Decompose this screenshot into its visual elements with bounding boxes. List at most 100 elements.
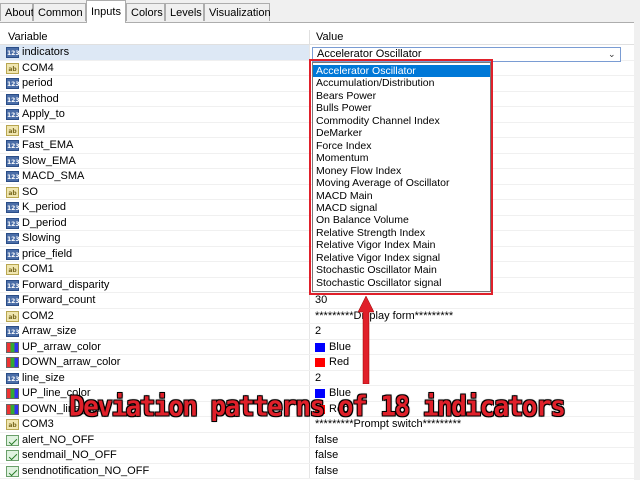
variable-value[interactable]: 30 bbox=[315, 293, 327, 308]
variable-cell: 123 line_size bbox=[0, 370, 310, 385]
string-type-icon: ab bbox=[6, 310, 19, 322]
table-row[interactable]: sendnotification_NO_OFF false bbox=[0, 463, 634, 479]
dropdown-option[interactable]: Relative Vigor Index Main bbox=[313, 239, 490, 251]
table-row[interactable]: 123 Forward_count 30 bbox=[0, 293, 634, 309]
number-type-icon: 123 bbox=[6, 140, 20, 151]
dropdown-option[interactable]: Bulls Power bbox=[313, 102, 490, 114]
variable-name: sendmail_NO_OFF bbox=[22, 449, 117, 461]
variable-name: COM4 bbox=[22, 61, 54, 74]
variable-cell: 123 D_period bbox=[0, 215, 310, 230]
variable-value[interactable]: *********Display form********* bbox=[315, 309, 453, 324]
variable-name: D_period bbox=[22, 216, 67, 229]
number-type-icon: 123 bbox=[6, 171, 20, 182]
variable-cell: 123 Forward_count bbox=[0, 293, 310, 308]
dropdown-option[interactable]: Bears Power bbox=[313, 90, 490, 102]
color-swatch bbox=[315, 342, 325, 352]
variable-name: MACD_SMA bbox=[22, 170, 85, 182]
dropdown-option[interactable]: Money Flow Index bbox=[313, 165, 490, 177]
variable-name: Method bbox=[22, 92, 59, 105]
variable-name: period bbox=[22, 77, 53, 89]
variable-name: SO bbox=[22, 185, 38, 198]
variable-value[interactable]: Red bbox=[329, 355, 349, 370]
dropdown-option[interactable]: Force Index bbox=[313, 140, 490, 152]
variable-cell: sendnotification_NO_OFF bbox=[0, 463, 310, 478]
table-row[interactable]: DOWN_arraw_color Red bbox=[0, 355, 634, 371]
number-type-icon: 123 bbox=[6, 248, 20, 260]
tab-inputs[interactable]: Inputs bbox=[86, 0, 126, 23]
variable-name: Apply_to bbox=[22, 108, 65, 120]
number-type-icon: 123 bbox=[6, 202, 20, 213]
variable-cell: ab SO bbox=[0, 184, 310, 199]
variable-cell: alert_NO_OFF bbox=[0, 432, 310, 447]
variable-value[interactable]: false bbox=[315, 448, 338, 463]
variable-name: FSM bbox=[22, 123, 46, 136]
number-type-icon: 123 bbox=[6, 109, 20, 120]
column-header-variable[interactable]: Variable bbox=[0, 30, 310, 45]
number-type-icon: 123 bbox=[6, 78, 20, 89]
dropdown-option[interactable]: Relative Vigor Index signal bbox=[313, 252, 490, 264]
dropdown-option[interactable]: Momentum bbox=[313, 152, 490, 164]
dropdown-option[interactable]: MACD signal bbox=[313, 202, 490, 214]
dropdown-option[interactable]: Moving Average of Oscillator bbox=[313, 177, 490, 189]
string-type-icon: ab bbox=[6, 124, 19, 136]
table-row[interactable]: sendmail_NO_OFF false bbox=[0, 448, 634, 464]
variable-cell: ab FSM bbox=[0, 122, 310, 137]
number-type-icon: 123 bbox=[6, 295, 20, 306]
variable-name: UP_arraw_color bbox=[22, 340, 101, 353]
variable-cell: UP_arraw_color bbox=[0, 339, 310, 354]
table-row[interactable]: alert_NO_OFF false bbox=[0, 432, 634, 448]
color-type-icon bbox=[6, 357, 19, 368]
tab-visualization[interactable]: Visualization bbox=[204, 3, 271, 21]
variable-cell: sendmail_NO_OFF bbox=[0, 448, 310, 463]
variable-value[interactable]: false bbox=[315, 433, 338, 448]
tab-colors[interactable]: Colors bbox=[126, 3, 165, 21]
dropdown-option[interactable]: Relative Strength Index bbox=[313, 227, 490, 239]
variable-value[interactable]: 2 bbox=[315, 324, 321, 339]
table-row[interactable]: 123 line_size 2 bbox=[0, 370, 634, 386]
dropdown-option[interactable]: Accumulation/Distribution bbox=[313, 77, 490, 89]
variable-name: COM2 bbox=[22, 309, 54, 322]
dropdown-option[interactable]: DeMarker bbox=[313, 127, 490, 139]
dropdown-option[interactable]: Stochastic Oscillator signal bbox=[313, 277, 490, 289]
variable-name: COM1 bbox=[22, 263, 54, 275]
number-type-icon: 123 bbox=[6, 155, 20, 167]
boolean-type-icon bbox=[6, 434, 19, 446]
variable-cell: 123 MACD_SMA bbox=[0, 169, 310, 184]
tab-levels[interactable]: Levels bbox=[165, 3, 204, 21]
number-type-icon: 123 bbox=[6, 233, 20, 244]
number-type-icon: 123 bbox=[6, 93, 20, 105]
string-type-icon: ab bbox=[6, 419, 19, 430]
tab-common[interactable]: Common bbox=[33, 3, 86, 21]
dropdown-option[interactable]: Accelerator Oscillator bbox=[313, 65, 490, 78]
dropdown-option[interactable]: On Balance Volume bbox=[313, 214, 490, 226]
indicators-dropdown-list: Accelerator Oscillator Accumulation/Distr… bbox=[312, 62, 491, 292]
boolean-type-icon bbox=[6, 465, 19, 477]
color-type-icon bbox=[6, 403, 19, 415]
vertical-scrollbar[interactable] bbox=[634, 22, 640, 480]
dropdown-option[interactable]: Stochastic Oscillator Main bbox=[313, 264, 490, 276]
chevron-down-icon[interactable]: ⌄ bbox=[608, 49, 616, 59]
variable-cell: 123 Fast_EMA bbox=[0, 138, 310, 153]
variable-cell: 123 Forward_disparity bbox=[0, 277, 310, 292]
variable-cell: ab COM2 bbox=[0, 308, 310, 323]
table-row[interactable]: UP_arraw_color Blue bbox=[0, 339, 634, 355]
variable-cell: 123 Arraw_size bbox=[0, 324, 310, 339]
indicators-combobox[interactable]: Accelerator Oscillator ⌄ bbox=[312, 47, 621, 62]
variable-cell: 123 indicators bbox=[0, 45, 310, 60]
table-row[interactable]: ab COM2 *********Display form********* bbox=[0, 308, 634, 324]
variable-value[interactable]: 2 bbox=[315, 371, 321, 386]
tab-about[interactable]: About bbox=[0, 3, 34, 21]
variable-cell: 123 Method bbox=[0, 91, 310, 106]
dropdown-option[interactable]: Commodity Channel Index bbox=[313, 115, 490, 127]
variable-value[interactable]: false bbox=[315, 464, 338, 479]
variable-cell: ab COM4 bbox=[0, 60, 310, 75]
number-type-icon: 123 bbox=[6, 47, 20, 58]
variable-cell: 123 K_period bbox=[0, 200, 310, 215]
variable-name: Forward_disparity bbox=[22, 278, 110, 291]
table-row[interactable]: 123 Arraw_size 2 bbox=[0, 324, 634, 340]
dropdown-option[interactable]: MACD Main bbox=[313, 190, 490, 202]
column-header-value[interactable]: Value bbox=[310, 30, 634, 45]
variable-cell: ab COM1 bbox=[0, 262, 310, 277]
variable-value[interactable]: Blue bbox=[329, 340, 351, 355]
string-type-icon: ab bbox=[6, 62, 19, 74]
